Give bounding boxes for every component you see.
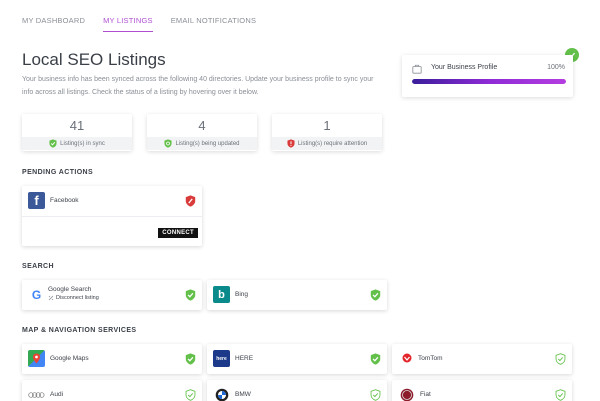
briefcase-icon bbox=[412, 64, 422, 74]
listing-name: BMW bbox=[235, 391, 251, 398]
tab-my-listings[interactable]: MY LISTINGS bbox=[103, 16, 153, 32]
listing-name: HERE bbox=[235, 355, 254, 362]
shield-outline-icon bbox=[555, 353, 566, 365]
listing-name: Google Maps bbox=[50, 355, 89, 362]
fiat-logo-icon bbox=[398, 386, 415, 401]
here-logo-icon: here bbox=[213, 350, 230, 367]
profile-title: Your Business Profile bbox=[431, 64, 498, 71]
disconnect-listing-link[interactable]: Disconnect listing bbox=[48, 295, 99, 301]
listing-name: TomTom bbox=[418, 355, 443, 362]
bmw-logo-icon bbox=[213, 386, 230, 401]
stat-card-being-updated[interactable]: 4 Listing(s) being updated bbox=[147, 114, 257, 151]
shield-outline-icon bbox=[370, 389, 381, 401]
unlink-icon bbox=[48, 295, 54, 301]
profile-progress-bar bbox=[412, 79, 566, 84]
top-nav: MY DASHBOARD MY LISTINGS EMAIL NOTIFICAT… bbox=[22, 16, 256, 32]
search-card-google[interactable]: G Google Search Disconnect listing bbox=[22, 280, 202, 310]
map-card-fiat[interactable]: Fiat bbox=[392, 380, 572, 401]
listing-name: Bing bbox=[235, 291, 249, 298]
section-pending-actions: PENDING ACTIONS bbox=[22, 169, 94, 176]
map-card-bmw[interactable]: BMW bbox=[207, 380, 387, 401]
page-title: Local SEO Listings bbox=[22, 50, 166, 69]
listing-name: Audi bbox=[50, 391, 64, 398]
business-profile-card[interactable]: Your Business Profile 100% bbox=[402, 55, 573, 97]
shield-sync-icon bbox=[164, 139, 173, 148]
shield-check-icon bbox=[49, 139, 57, 148]
google-logo-icon: G bbox=[28, 286, 45, 303]
pending-card-facebook[interactable]: f Facebook CONNECT bbox=[22, 186, 202, 246]
stat-label: Listing(s) require attention bbox=[297, 140, 368, 147]
shield-alert-icon bbox=[287, 139, 295, 148]
stat-card-require-attention[interactable]: 1 Listing(s) require attention bbox=[272, 114, 382, 151]
audi-logo-icon bbox=[28, 386, 45, 401]
shield-alert-icon bbox=[185, 195, 196, 207]
stat-card-in-sync[interactable]: 41 Listing(s) in sync bbox=[22, 114, 132, 151]
section-map-navigation: MAP & NAVIGATION SERVICES bbox=[22, 327, 137, 334]
tab-email-notifications[interactable]: EMAIL NOTIFICATIONS bbox=[171, 16, 256, 32]
shield-outline-icon bbox=[555, 389, 566, 401]
map-card-google-maps[interactable]: Google Maps bbox=[22, 344, 202, 374]
listing-name: Google Search bbox=[48, 286, 92, 293]
stat-label-row: Listing(s) being updated bbox=[147, 137, 257, 150]
stat-label: Listing(s) in sync bbox=[60, 140, 105, 147]
map-card-here[interactable]: here HERE bbox=[207, 344, 387, 374]
search-card-bing[interactable]: b Bing bbox=[207, 280, 387, 310]
section-search: SEARCH bbox=[22, 263, 54, 270]
shield-check-icon bbox=[185, 289, 196, 301]
stat-label: Listing(s) being updated bbox=[175, 140, 240, 147]
map-card-tomtom[interactable]: TomTom bbox=[392, 344, 572, 374]
map-card-audi[interactable]: Audi bbox=[22, 380, 202, 401]
shield-outline-icon bbox=[185, 389, 196, 401]
stat-value: 4 bbox=[198, 118, 206, 133]
stat-label-row: Listing(s) in sync bbox=[22, 137, 132, 150]
connect-button[interactable]: CONNECT bbox=[158, 228, 198, 238]
stat-value: 1 bbox=[323, 118, 331, 133]
facebook-logo-icon: f bbox=[28, 192, 45, 209]
listing-name: Fiat bbox=[420, 391, 431, 398]
listing-name: Facebook bbox=[50, 197, 79, 204]
bing-logo-icon: b bbox=[213, 286, 230, 303]
shield-check-icon bbox=[185, 353, 196, 365]
profile-progress-fill bbox=[412, 79, 566, 84]
tomtom-logo-icon bbox=[398, 350, 415, 367]
card-divider bbox=[22, 216, 202, 217]
stat-value: 41 bbox=[69, 118, 85, 133]
shield-check-icon bbox=[370, 353, 381, 365]
profile-percent: 100% bbox=[547, 64, 565, 71]
disconnect-label: Disconnect listing bbox=[56, 295, 99, 301]
stat-label-row: Listing(s) require attention bbox=[272, 137, 382, 150]
shield-check-icon bbox=[370, 289, 381, 301]
google-maps-logo-icon bbox=[28, 350, 45, 367]
tab-my-dashboard[interactable]: MY DASHBOARD bbox=[22, 16, 85, 32]
page-description: Your business info has been synced acros… bbox=[22, 76, 374, 96]
